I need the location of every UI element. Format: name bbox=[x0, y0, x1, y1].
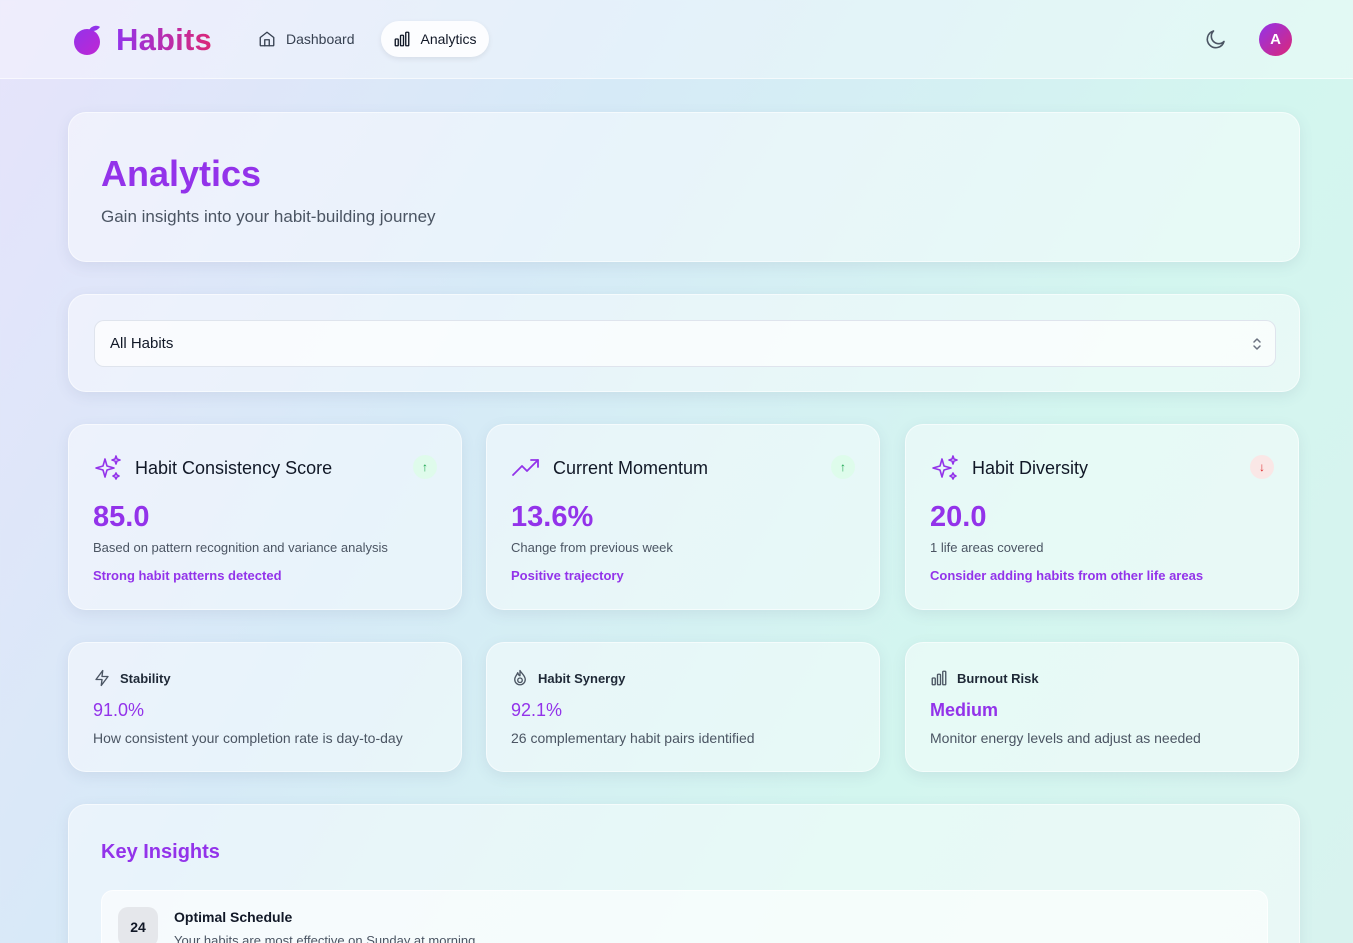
chevron-up-down-icon bbox=[1253, 338, 1261, 350]
stat-title: Burnout Risk bbox=[957, 670, 1039, 686]
nav-dashboard-label: Dashboard bbox=[286, 31, 355, 47]
metric-value: 13.6% bbox=[511, 501, 594, 533]
trend-up-badge: ↑ bbox=[831, 455, 855, 479]
brand-name: Habits bbox=[116, 22, 212, 57]
flame-icon bbox=[514, 669, 526, 686]
stat-value: 91.0% bbox=[93, 700, 145, 720]
metric-card-momentum: Current Momentum ↑ 13.6% Change from pre… bbox=[486, 424, 880, 610]
stat-title: Stability bbox=[120, 670, 171, 686]
stat-description: Monitor energy levels and adjust as need… bbox=[930, 730, 1201, 746]
trend-up-badge: ↑ bbox=[413, 455, 437, 479]
stat-value: Medium bbox=[930, 700, 999, 720]
nav-dashboard[interactable]: Dashboard bbox=[246, 21, 367, 57]
habit-filter-card: All Habits bbox=[68, 294, 1300, 392]
nav-analytics[interactable]: Analytics bbox=[380, 21, 489, 57]
stat-description: How consistent your completion rate is d… bbox=[93, 730, 403, 746]
insight-item: 24 Optimal Schedule Your habits are most… bbox=[101, 890, 1268, 943]
stat-card-synergy: Habit Synergy 92.1% 26 complementary hab… bbox=[486, 642, 880, 772]
dark-mode-toggle-icon[interactable] bbox=[1204, 27, 1228, 51]
habit-select[interactable]: All Habits bbox=[94, 320, 1276, 367]
stat-description: 26 complementary habit pairs identified bbox=[511, 730, 755, 746]
metric-note: Positive trajectory bbox=[511, 568, 624, 583]
stat-card-burnout: Burnout Risk Medium Monitor energy level… bbox=[905, 642, 1299, 772]
metric-value: 20.0 bbox=[930, 501, 987, 533]
key-insights-card: Key Insights 24 Optimal Schedule Your ha… bbox=[68, 804, 1300, 943]
page-title: Analytics bbox=[101, 153, 262, 194]
metric-card-diversity: Habit Diversity ↓ 20.0 1 life areas cove… bbox=[905, 424, 1299, 610]
page-subtitle: Gain insights into your habit-building j… bbox=[101, 207, 436, 226]
top-navigation-bar: Habits Dashboard Analytics A bbox=[0, 0, 1353, 79]
apple-logo-icon bbox=[74, 25, 100, 55]
bar-chart-icon bbox=[394, 31, 409, 47]
trend-down-badge: ↓ bbox=[1250, 455, 1274, 479]
bar-chart-icon bbox=[931, 670, 947, 686]
key-insights-title: Key Insights bbox=[101, 841, 220, 863]
trending-up-icon bbox=[512, 459, 539, 476]
metric-title: Current Momentum bbox=[553, 457, 709, 478]
stat-card-stability: Stability 91.0% How consistent your comp… bbox=[68, 642, 462, 772]
habit-select-value: All Habits bbox=[110, 335, 174, 352]
page-header-card: Analytics Gain insights into your habit-… bbox=[68, 112, 1300, 262]
insight-title: Optimal Schedule bbox=[174, 909, 293, 925]
sparkles-icon bbox=[932, 455, 958, 480]
metric-description: Change from previous week bbox=[511, 540, 673, 555]
metric-note: Strong habit patterns detected bbox=[93, 568, 282, 583]
metric-description: 1 life areas covered bbox=[930, 540, 1044, 555]
metric-note: Consider adding habits from other life a… bbox=[930, 568, 1204, 583]
sparkles-icon bbox=[95, 455, 121, 480]
main-nav: Dashboard Analytics bbox=[246, 21, 489, 57]
zap-icon bbox=[95, 669, 109, 687]
home-icon bbox=[259, 31, 275, 47]
stat-title: Habit Synergy bbox=[538, 670, 626, 686]
metric-title: Habit Consistency Score bbox=[135, 457, 333, 478]
nav-analytics-label: Analytics bbox=[420, 31, 477, 47]
user-avatar[interactable]: A bbox=[1259, 23, 1292, 56]
metric-value: 85.0 bbox=[93, 501, 150, 533]
metric-card-consistency: Habit Consistency Score ↑ 85.0 Based on … bbox=[68, 424, 462, 610]
insight-badge: 24 bbox=[118, 907, 158, 943]
metric-title: Habit Diversity bbox=[972, 457, 1089, 478]
metric-description: Based on pattern recognition and varianc… bbox=[93, 540, 388, 555]
stat-value: 92.1% bbox=[511, 700, 563, 720]
brand-logo[interactable]: Habits bbox=[72, 22, 212, 58]
insight-description: Your habits are most effective on Sunday… bbox=[174, 933, 476, 943]
